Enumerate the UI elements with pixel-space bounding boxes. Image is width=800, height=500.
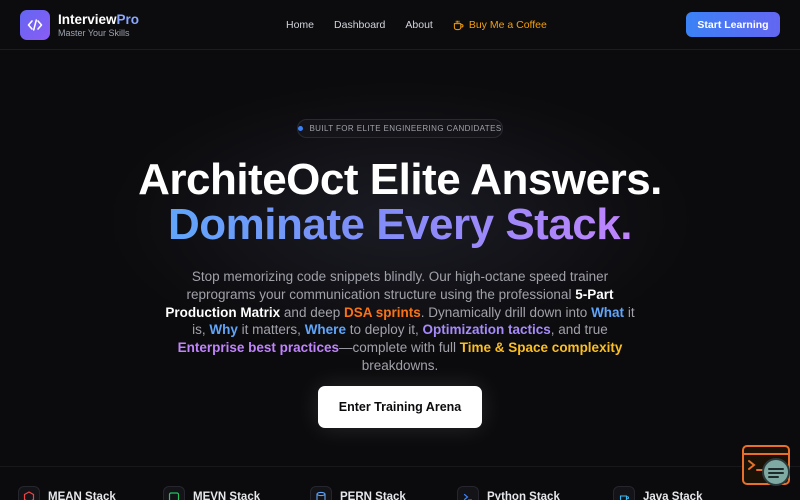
stack-item-pern[interactable]: PERN Stack (310, 486, 406, 500)
stack-item-mevn[interactable]: MEVN Stack (163, 486, 260, 500)
brand[interactable]: InterviewPro Master Your Skills (20, 10, 139, 40)
coffee-cup-icon (453, 20, 464, 30)
stack-item-mean[interactable]: MEAN Stack (18, 486, 116, 500)
terminal-chat-icon (742, 445, 790, 486)
enter-training-arena-button[interactable]: Enter Training Arena (318, 386, 482, 428)
stack-item-python[interactable]: Python Stack (457, 486, 560, 500)
badge-text: BUILT FOR ELITE ENGINEERING CANDIDATES (309, 124, 502, 133)
stack-label: Java Stack (643, 491, 703, 500)
start-learning-button[interactable]: Start Learning (686, 12, 780, 37)
buy-coffee-label: Buy Me a Coffee (468, 19, 547, 31)
mevn-stack-icon (163, 486, 185, 500)
nav-link-dashboard[interactable]: Dashboard (334, 18, 385, 32)
hero-subtitle-text: Dominate Every Stack. (168, 200, 632, 249)
highlight-complexity: Time & Space complexity (459, 340, 623, 356)
terminal-icon (457, 486, 479, 500)
badge-dot (298, 126, 304, 131)
section-divider (0, 466, 800, 467)
stack-label: PERN Stack (340, 491, 406, 500)
highlight-why: Why (209, 322, 238, 338)
java-cup-icon (613, 486, 635, 500)
stack-label: MEVN Stack (193, 491, 261, 500)
navbar: InterviewPro Master Your Skills Home Das… (0, 0, 800, 50)
nav-link-about[interactable]: About (405, 18, 432, 32)
highlight-enterprise: Enterprise best practices (177, 340, 339, 356)
brand-name-accent: Pro (116, 11, 140, 27)
brand-tagline: Master Your Skills (58, 27, 130, 38)
hero-subtitle: Dominate Every Stack. (0, 201, 800, 249)
nav-links: Home Dashboard About Buy Me a Coffee (286, 18, 547, 32)
stack-list: MEAN Stack MEVN Stack PERN Stack Python … (0, 486, 800, 500)
database-icon (310, 486, 332, 500)
mean-stack-icon (18, 486, 40, 500)
code-icon (20, 10, 50, 40)
floating-support-widget[interactable] (742, 445, 790, 489)
hero-description: Stop memorizing code snippets blindly. O… (165, 269, 635, 373)
buy-coffee-link[interactable]: Buy Me a Coffee (453, 18, 547, 32)
highlight-dsa: DSA sprints (343, 304, 421, 320)
brand-name: InterviewPro (58, 11, 140, 27)
highlight-what: What (591, 304, 625, 320)
stack-label: Python Stack (487, 491, 560, 500)
hero-badge: BUILT FOR ELITE ENGINEERING CANDIDATES (297, 119, 503, 138)
stack-item-java[interactable]: Java Stack (613, 486, 702, 500)
stack-label: MEAN Stack (48, 491, 116, 500)
nav-link-home[interactable]: Home (286, 18, 314, 32)
highlight-where: Where (304, 322, 346, 338)
hero-title: ArchiteOct Elite Answers. (138, 155, 662, 204)
highlight-optimization: Optimization tactics (422, 322, 551, 338)
